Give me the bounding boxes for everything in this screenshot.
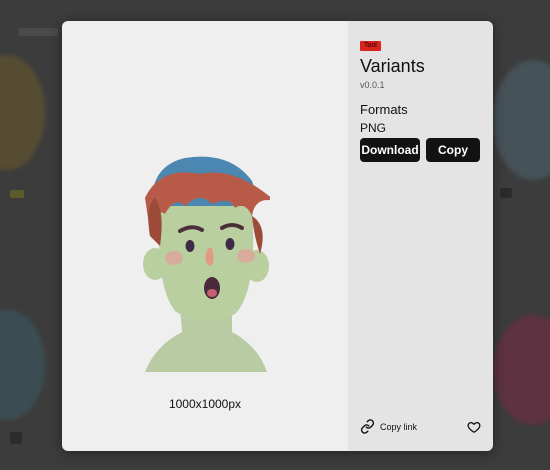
- bg-heading-text: [18, 28, 58, 36]
- formats-heading: Formats: [360, 102, 408, 117]
- copy-button[interactable]: Copy: [426, 138, 480, 162]
- image-dimensions: 1000x1000px: [168, 397, 242, 411]
- format-name-png: PNG: [360, 121, 387, 135]
- heart-icon[interactable]: [467, 420, 481, 434]
- format-actions: Download Copy: [360, 138, 481, 162]
- details-panel: Tool Variants v0.0.1 Formats PNG Downloa…: [348, 21, 493, 451]
- panel-footer: Copy link: [360, 419, 481, 434]
- bg-avatar-left-top: [0, 55, 45, 170]
- variant-modal: 1000x1000px Tool Variants v0.0.1 Formats…: [62, 21, 493, 451]
- bg-tag-left-bottom: [10, 432, 22, 444]
- preview-panel: 1000x1000px: [62, 21, 348, 451]
- download-button[interactable]: Download: [360, 138, 420, 162]
- bg-tag-right: [500, 188, 512, 198]
- tool-tag: Tool: [360, 41, 381, 51]
- bg-tag-left: [10, 190, 24, 198]
- bg-avatar-left-bottom: [0, 310, 45, 420]
- bg-avatar-right-bottom: [493, 315, 550, 425]
- copy-link-label: Copy link: [380, 421, 418, 432]
- avatar-illustration: [143, 156, 270, 372]
- version-label: v0.0.1: [360, 80, 385, 90]
- bg-avatar-right-top: [493, 60, 550, 180]
- link-icon: [360, 419, 375, 434]
- variant-title: Variants: [360, 56, 425, 76]
- copy-link-button[interactable]: Copy link: [360, 419, 417, 434]
